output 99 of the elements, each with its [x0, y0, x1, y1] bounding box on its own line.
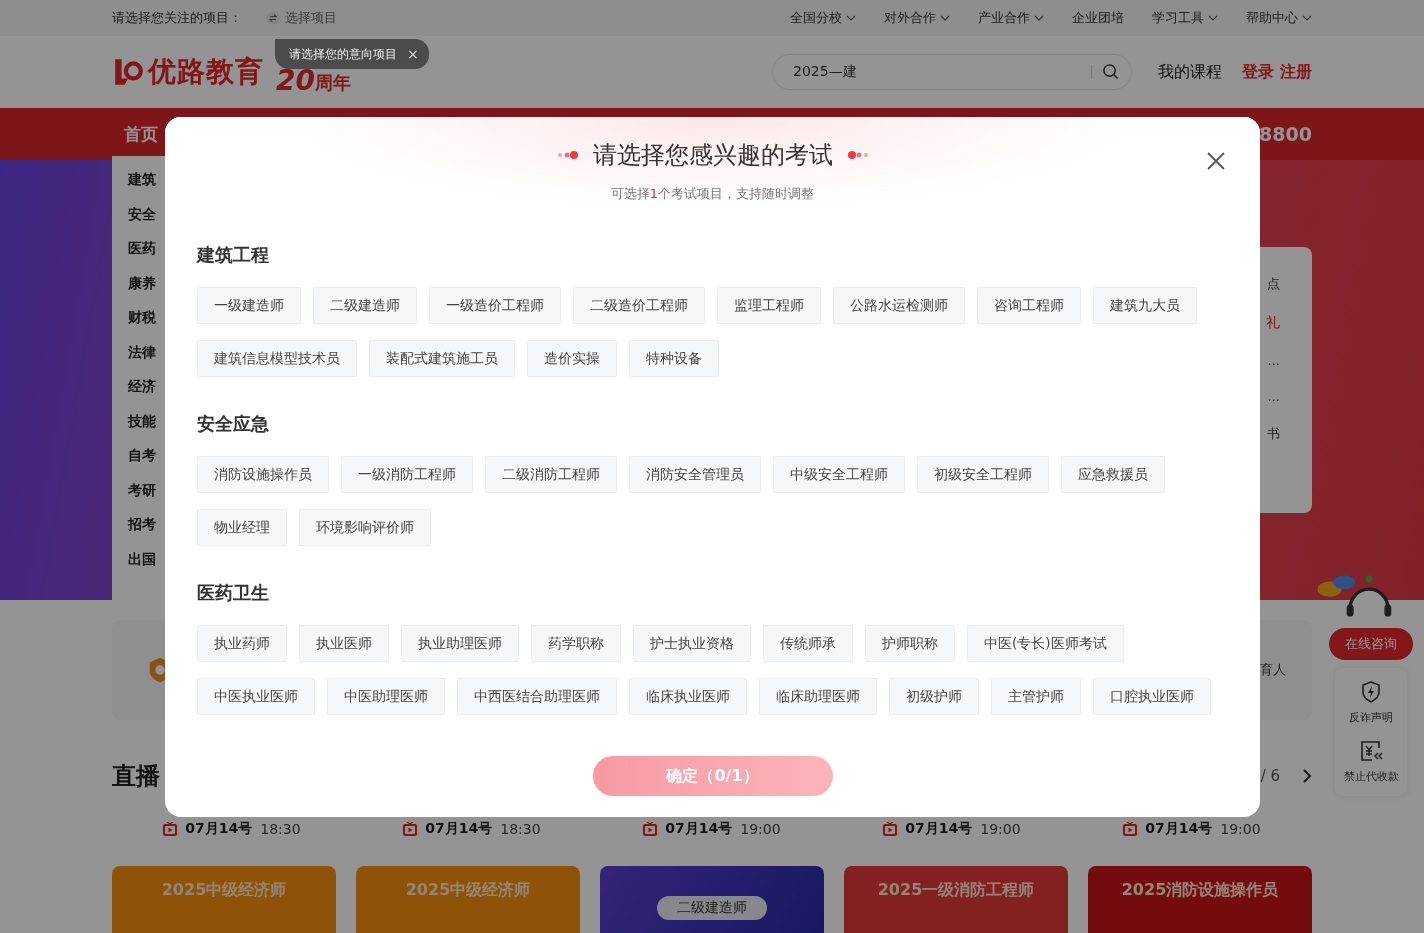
exam-option[interactable]: 执业助理医师 [401, 625, 519, 662]
category-title: 医药卫生 [197, 581, 270, 605]
live-icon [643, 822, 658, 836]
exam-option[interactable]: 装配式建筑施工员 [369, 340, 515, 377]
exam-option[interactable]: 护师职称 [865, 625, 955, 662]
swap-icon [266, 11, 280, 25]
exam-option[interactable]: 环境影响评价师 [299, 509, 431, 546]
live-time: 18:30 [260, 821, 301, 837]
live-time: 18:30 [500, 821, 541, 837]
live-date: 07月14号 [665, 820, 733, 838]
caret-icon [940, 15, 950, 21]
live-icon [403, 822, 418, 836]
tooltip: 请选择您的意向项目 × [275, 39, 429, 69]
card-title: 2025中级经济师 [161, 880, 287, 901]
exam-option[interactable]: 中级安全工程师 [773, 456, 905, 493]
hotline-number: 8800 [1259, 123, 1312, 145]
card-title: 2025中级经济师 [405, 880, 531, 901]
exam-option[interactable]: 消防安全管理员 [629, 456, 761, 493]
exam-option[interactable]: 执业药师 [197, 625, 287, 662]
top-menu-item[interactable]: 帮助中心 [1246, 9, 1312, 27]
exam-option[interactable]: 公路水运检测师 [833, 287, 965, 324]
live-icon [1123, 822, 1138, 836]
exam-option[interactable]: 一级造价工程师 [429, 287, 561, 324]
exam-option[interactable]: 物业经理 [197, 509, 287, 546]
live-date: 07月14号 [1145, 820, 1213, 838]
exam-option[interactable]: 中医执业医师 [197, 678, 315, 715]
card-title: 2025一级消防工程师 [877, 880, 1035, 901]
live-time: 19:00 [1220, 821, 1261, 837]
project-prompt: 请选择您关注的项目： [112, 9, 242, 27]
top-menu-item[interactable]: 全国分校 [790, 9, 856, 27]
exam-option[interactable]: 建筑九大员 [1093, 287, 1197, 324]
promo-line[interactable]: ... [1267, 389, 1280, 404]
exam-option[interactable]: 造价实操 [527, 340, 617, 377]
live-date: 07月14号 [425, 820, 493, 838]
search-icon[interactable] [1102, 63, 1119, 80]
yen-icon [1359, 739, 1383, 763]
dots-icon [556, 150, 579, 160]
exam-option[interactable]: 初级护师 [889, 678, 979, 715]
close-button[interactable] [1206, 151, 1226, 171]
card-title: 2025消防设施操作员 [1121, 880, 1279, 901]
exam-option[interactable]: 护士执业资格 [633, 625, 751, 662]
exam-option[interactable]: 一级消防工程师 [341, 456, 473, 493]
side-tool-link[interactable]: 禁止代收款 [1343, 739, 1399, 784]
live-date: 07月14号 [905, 820, 973, 838]
live-time: 19:00 [740, 821, 781, 837]
select-project-button[interactable]: 选择项目 [266, 9, 337, 27]
exam-option[interactable]: 应急救援员 [1061, 456, 1165, 493]
shield-icon [1359, 680, 1383, 704]
card-tag: 二级建造师 [657, 896, 767, 920]
dots-icon [846, 150, 869, 160]
exam-option[interactable]: 一级建造师 [197, 287, 301, 324]
section-title: 直播 [112, 761, 160, 792]
exam-option[interactable]: 临床助理医师 [759, 678, 877, 715]
exam-option[interactable]: 中西医结合助理医师 [457, 678, 617, 715]
exam-option[interactable]: 口腔执业医师 [1093, 678, 1211, 715]
top-menu-item[interactable]: 对外合作 [884, 9, 950, 27]
exam-option[interactable]: 中医(专长)医师考试 [967, 625, 1124, 662]
caret-icon [1034, 15, 1044, 21]
dialog-subtitle: 可选择1个考试项目，支持随时调整 [610, 185, 815, 203]
exam-option[interactable]: 传统师承 [763, 625, 853, 662]
category-title: 安全应急 [197, 412, 270, 436]
top-menu-item[interactable]: 学习工具 [1152, 9, 1218, 27]
course-card[interactable]: 二级建造师 [600, 866, 824, 933]
exam-option[interactable]: 监理工程师 [717, 287, 821, 324]
dialog-title: 请选择您感兴趣的考试 [592, 140, 833, 171]
tooltip-close-button[interactable]: × [407, 46, 419, 62]
exam-option[interactable]: 特种设备 [629, 340, 719, 377]
next-icon[interactable] [1302, 768, 1312, 784]
online-consult-button[interactable]: 在线咨询 [1329, 628, 1413, 660]
caret-icon [1302, 15, 1312, 21]
my-courses-link[interactable]: 我的课程 [1158, 61, 1222, 83]
exam-option[interactable]: 初级安全工程师 [917, 456, 1049, 493]
page-indicator: / 6 [1260, 767, 1280, 785]
caret-icon [1208, 15, 1218, 21]
exam-option[interactable]: 消防设施操作员 [197, 456, 329, 493]
exam-option[interactable]: 二级造价工程师 [573, 287, 705, 324]
side-tool-link[interactable]: 反诈声明 [1349, 680, 1393, 725]
live-time: 19:00 [980, 821, 1021, 837]
exam-option[interactable]: 咨询工程师 [977, 287, 1081, 324]
exam-option[interactable]: 主管护师 [991, 678, 1081, 715]
promo-line[interactable]: 书 [1267, 425, 1280, 443]
caret-icon [846, 15, 856, 21]
exam-option[interactable]: 中医助理医师 [327, 678, 445, 715]
search-field[interactable]: 2025—建 [772, 54, 1132, 90]
exam-option[interactable]: 二级建造师 [313, 287, 417, 324]
exam-option[interactable]: 二级消防工程师 [485, 456, 617, 493]
top-menu-item[interactable]: 产业合作 [978, 9, 1044, 27]
category-title: 建筑工程 [197, 243, 270, 267]
top-menu-item[interactable]: 企业团培 [1072, 9, 1124, 27]
feature-text: 育人 [1260, 661, 1286, 679]
promo-line[interactable]: ... [1267, 353, 1280, 368]
live-date: 07月14号 [185, 820, 253, 838]
live-icon [883, 822, 898, 836]
exam-option[interactable]: 执业医师 [299, 625, 389, 662]
live-icon [163, 822, 178, 836]
exam-option[interactable]: 临床执业医师 [629, 678, 747, 715]
promo-line[interactable]: 点 [1267, 275, 1280, 293]
exam-option[interactable]: 药学职称 [531, 625, 621, 662]
exam-option[interactable]: 建筑信息模型技术员 [197, 340, 357, 377]
